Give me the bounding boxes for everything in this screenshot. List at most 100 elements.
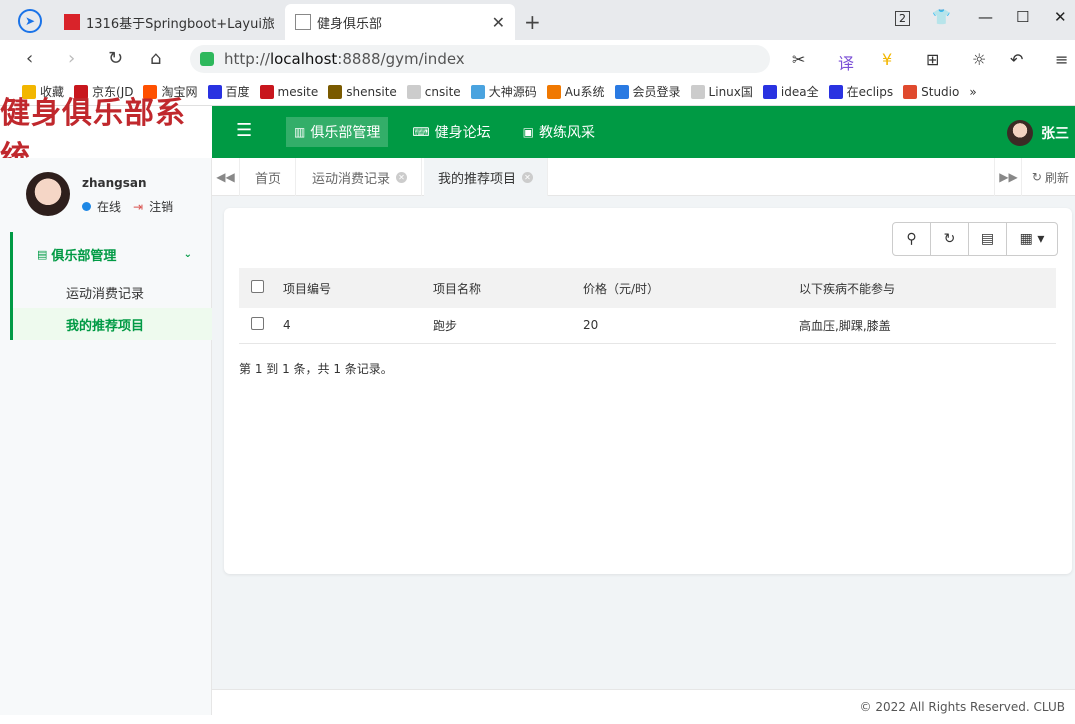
- scroll-left-icon[interactable]: ◀◀: [212, 158, 240, 196]
- bookmarks-more-icon[interactable]: »: [969, 85, 976, 99]
- shirt-icon[interactable]: 👕: [932, 8, 951, 26]
- user-menu[interactable]: 张三: [1007, 120, 1069, 146]
- nav-coaches[interactable]: ▣ 教练风采: [515, 117, 603, 147]
- url-scheme: http://: [224, 50, 270, 68]
- tab-count-badge[interactable]: 2: [895, 11, 910, 26]
- pagination-info: 第 1 到 1 条，共 1 条记录。: [239, 362, 393, 376]
- select-all-checkbox-cell: [239, 268, 277, 308]
- refresh-icon: ↻: [1031, 170, 1042, 184]
- sidebar-group-club[interactable]: ▤ 俱乐部管理 ⌄: [13, 232, 212, 276]
- table-row[interactable]: 4 跑步 20 高血压,脚踝,膝盖: [239, 308, 1056, 344]
- bookmark-label: shensite: [346, 84, 397, 99]
- bookmark-favicon-icon: [470, 84, 485, 99]
- sidebar-username: zhangsan: [82, 176, 147, 190]
- bookmark-item[interactable]: mesite: [259, 84, 319, 99]
- scroll-right-icon[interactable]: ▶▶: [994, 158, 1022, 196]
- back-icon[interactable]: ‹: [26, 48, 33, 69]
- grid-apps-icon[interactable]: ⊞: [926, 50, 939, 69]
- sidebar-group-label: 俱乐部管理: [51, 248, 117, 264]
- refresh-button[interactable]: ↻ 刷新: [1020, 158, 1075, 196]
- minimize-icon[interactable]: —: [978, 8, 993, 26]
- refresh-icon[interactable]: ↻: [931, 223, 969, 255]
- bookmark-label: 百度: [225, 85, 250, 99]
- chevron-down-icon: ⌄: [183, 248, 192, 260]
- coin-icon[interactable]: ¥: [882, 50, 892, 69]
- tab-records[interactable]: 运动消费记录 ✕: [298, 158, 423, 196]
- new-tab-icon[interactable]: +: [524, 10, 541, 34]
- bookmark-item[interactable]: cnsite: [406, 84, 461, 99]
- table-cell: 高血压,脚踝,膝盖: [793, 308, 1056, 344]
- bookmark-favicon-icon: [546, 84, 561, 99]
- bookmark-label: mesite: [277, 84, 319, 99]
- user-name: 张三: [1041, 126, 1069, 142]
- column-header[interactable]: 项目编号: [277, 268, 427, 308]
- bookmark-label: Au系统: [564, 85, 605, 99]
- keyboard-icon: ⌨: [412, 125, 430, 139]
- hamburger-icon[interactable]: ☰: [236, 120, 252, 141]
- page-tabs: ◀◀ 首页 运动消费记录 ✕ 我的推荐项目 ✕ ▶▶ ↻ 刷新: [212, 158, 1075, 196]
- bookmark-item[interactable]: 大神源码: [470, 83, 537, 100]
- column-header[interactable]: 价格（元/时）: [577, 268, 793, 308]
- browser-logo-icon[interactable]: ➤: [18, 9, 42, 33]
- home-icon[interactable]: ⌂: [150, 48, 161, 69]
- sidebar-item-records[interactable]: 运动消费记录: [13, 276, 212, 308]
- menu-icon[interactable]: ≡: [1055, 50, 1068, 69]
- main-content: ◀◀ 首页 运动消费记录 ✕ 我的推荐项目 ✕ ▶▶ ↻ 刷新 ⚲ ↻ ▤ ▦ …: [212, 158, 1075, 715]
- nav-label: 俱乐部管理: [310, 125, 381, 141]
- bookmark-favicon-icon: [328, 84, 343, 99]
- table-header-row: 项目编号 项目名称 价格（元/时） 以下疾病不能参与: [239, 268, 1056, 308]
- forward-icon[interactable]: ›: [68, 48, 75, 69]
- data-table: 项目编号 项目名称 价格（元/时） 以下疾病不能参与 4 跑步 20 高血压,脚…: [239, 268, 1056, 344]
- search-icon[interactable]: ⚲: [893, 223, 931, 255]
- column-header[interactable]: 以下疾病不能参与: [793, 268, 1056, 308]
- sidebar: zhangsan 在线 ⇥ 注销 ▤ 俱乐部管理 ⌄ 运动消费记录 我的推荐项目: [0, 158, 212, 715]
- nav-label: 健身论坛: [434, 125, 491, 141]
- brightness-icon[interactable]: ☼: [972, 50, 986, 69]
- tab-title: 1316基于Springboot+Layui旅: [86, 16, 274, 32]
- translate-icon[interactable]: 译: [838, 50, 854, 74]
- bookmark-item[interactable]: shensite: [328, 84, 397, 99]
- bookmark-favicon-icon: [614, 84, 629, 99]
- bookmark-item[interactable]: Linux国: [690, 83, 753, 100]
- reload-icon[interactable]: ↻: [108, 48, 123, 69]
- scissors-icon[interactable]: ✂: [792, 50, 805, 69]
- bookmark-item[interactable]: 百度: [207, 83, 250, 100]
- tab-label: 我的推荐项目: [438, 171, 517, 187]
- tab-recommended[interactable]: 我的推荐项目 ✕: [424, 158, 549, 196]
- logout-link[interactable]: 注销: [149, 198, 173, 215]
- columns-icon[interactable]: ▦ ▾: [1007, 223, 1057, 255]
- tab-title: 健身俱乐部: [317, 16, 383, 32]
- bookmark-item[interactable]: 在eclips: [828, 83, 893, 100]
- toggle-view-icon[interactable]: ▤: [969, 223, 1007, 255]
- bookmark-item[interactable]: idea全: [762, 83, 819, 100]
- online-dot-icon: [82, 202, 91, 211]
- url-path: :8888/gym/index: [337, 50, 465, 68]
- table-cell: 4: [277, 308, 427, 344]
- logout-icon: ⇥: [133, 199, 144, 214]
- row-checkbox[interactable]: [251, 317, 264, 331]
- undo-icon[interactable]: ↶: [1010, 50, 1023, 69]
- picture-icon: ▣: [522, 125, 535, 139]
- bookmark-label: cnsite: [424, 84, 461, 99]
- bookmark-favicon-icon: [259, 84, 274, 99]
- logo: 健身俱乐部系统: [0, 96, 212, 175]
- browser-tab-1[interactable]: 1316基于Springboot+Layui旅: [54, 4, 284, 40]
- sidebar-item-recommended[interactable]: 我的推荐项目: [13, 308, 212, 340]
- close-tab-icon[interactable]: ✕: [492, 13, 505, 32]
- close-icon[interactable]: ✕: [522, 171, 534, 183]
- close-icon[interactable]: ✕: [396, 171, 408, 183]
- browser-tab-2[interactable]: 健身俱乐部 ✕: [285, 4, 515, 40]
- close-window-icon[interactable]: ✕: [1054, 8, 1067, 26]
- url-field[interactable]: http://localhost:8888/gym/index: [190, 45, 770, 73]
- nav-forum[interactable]: ⌨ 健身论坛: [404, 117, 498, 147]
- nav-club-management[interactable]: ▥ 俱乐部管理: [286, 117, 389, 147]
- bookmark-item[interactable]: Studio: [903, 84, 960, 99]
- select-all-checkbox[interactable]: [251, 280, 264, 293]
- bookmark-item[interactable]: 会员登录: [614, 83, 681, 100]
- page-icon: [295, 14, 311, 30]
- bookmark-label: Studio: [921, 84, 960, 99]
- column-header[interactable]: 项目名称: [427, 268, 577, 308]
- tab-home[interactable]: 首页: [241, 158, 297, 196]
- bookmark-item[interactable]: Au系统: [546, 83, 605, 100]
- maximize-icon[interactable]: ☐: [1016, 8, 1029, 26]
